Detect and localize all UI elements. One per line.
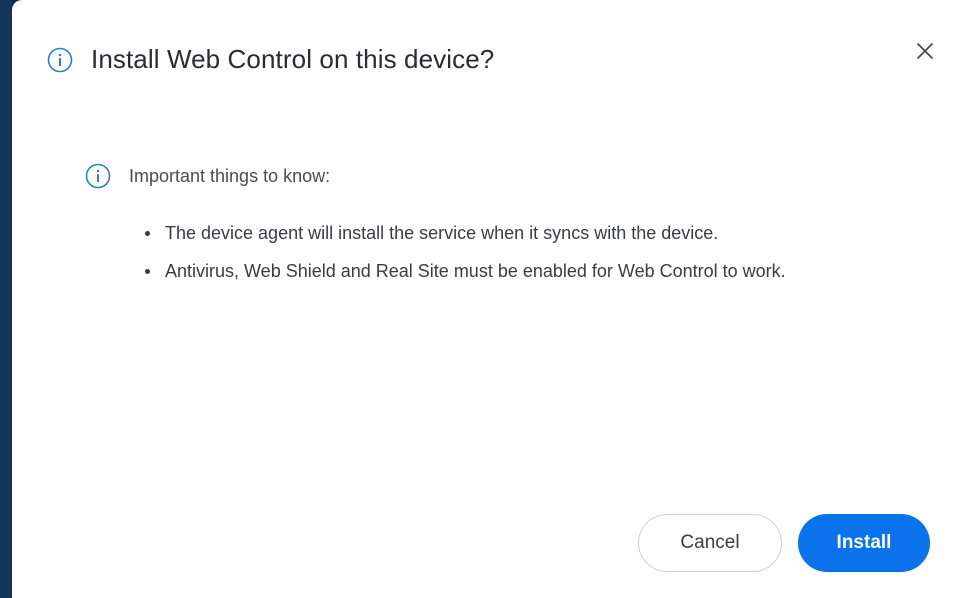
cancel-button[interactable]: Cancel	[638, 514, 782, 572]
dialog-footer: Cancel Install	[638, 514, 930, 572]
close-button[interactable]	[910, 38, 940, 68]
notice-header: Important things to know:	[85, 163, 885, 189]
background-strip	[0, 0, 12, 598]
notice-list: The device agent will install the servic…	[85, 215, 885, 289]
install-dialog: Install Web Control on this device? Impo…	[12, 0, 957, 598]
install-button[interactable]: Install	[798, 514, 930, 572]
info-icon	[47, 47, 73, 73]
list-item: Antivirus, Web Shield and Real Site must…	[145, 253, 865, 289]
close-icon	[915, 41, 935, 66]
dialog-title: Install Web Control on this device?	[91, 44, 495, 74]
info-icon	[85, 163, 111, 189]
dialog-header: Install Web Control on this device?	[47, 44, 494, 75]
important-notice: Important things to know: The device age…	[85, 163, 885, 291]
list-item: The device agent will install the servic…	[145, 215, 865, 251]
notice-heading: Important things to know:	[129, 165, 331, 186]
